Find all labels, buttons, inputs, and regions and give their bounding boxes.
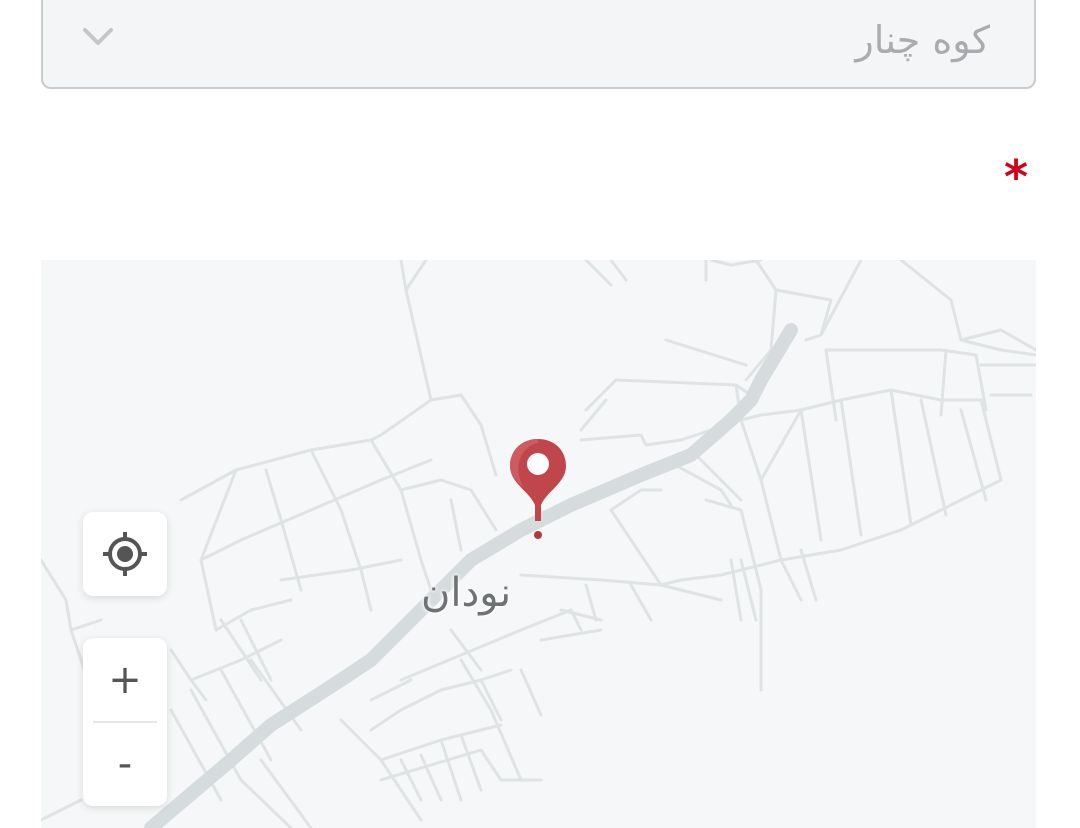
place-label: نودان	[421, 570, 512, 616]
city-select[interactable]: کوه چنار	[41, 0, 1036, 89]
zoom-out-button[interactable]: -	[83, 722, 167, 806]
location-pin-icon[interactable]	[507, 435, 569, 545]
zoom-controls: + -	[83, 638, 167, 806]
location-map[interactable]: نودان + -	[41, 260, 1036, 828]
crosshair-icon	[103, 532, 147, 576]
locate-me-button[interactable]	[83, 512, 167, 596]
city-select-value: کوه چنار	[855, 18, 990, 62]
chevron-down-icon	[83, 28, 113, 45]
zoom-in-button[interactable]: +	[83, 638, 167, 722]
required-marker: *	[1003, 150, 1028, 204]
